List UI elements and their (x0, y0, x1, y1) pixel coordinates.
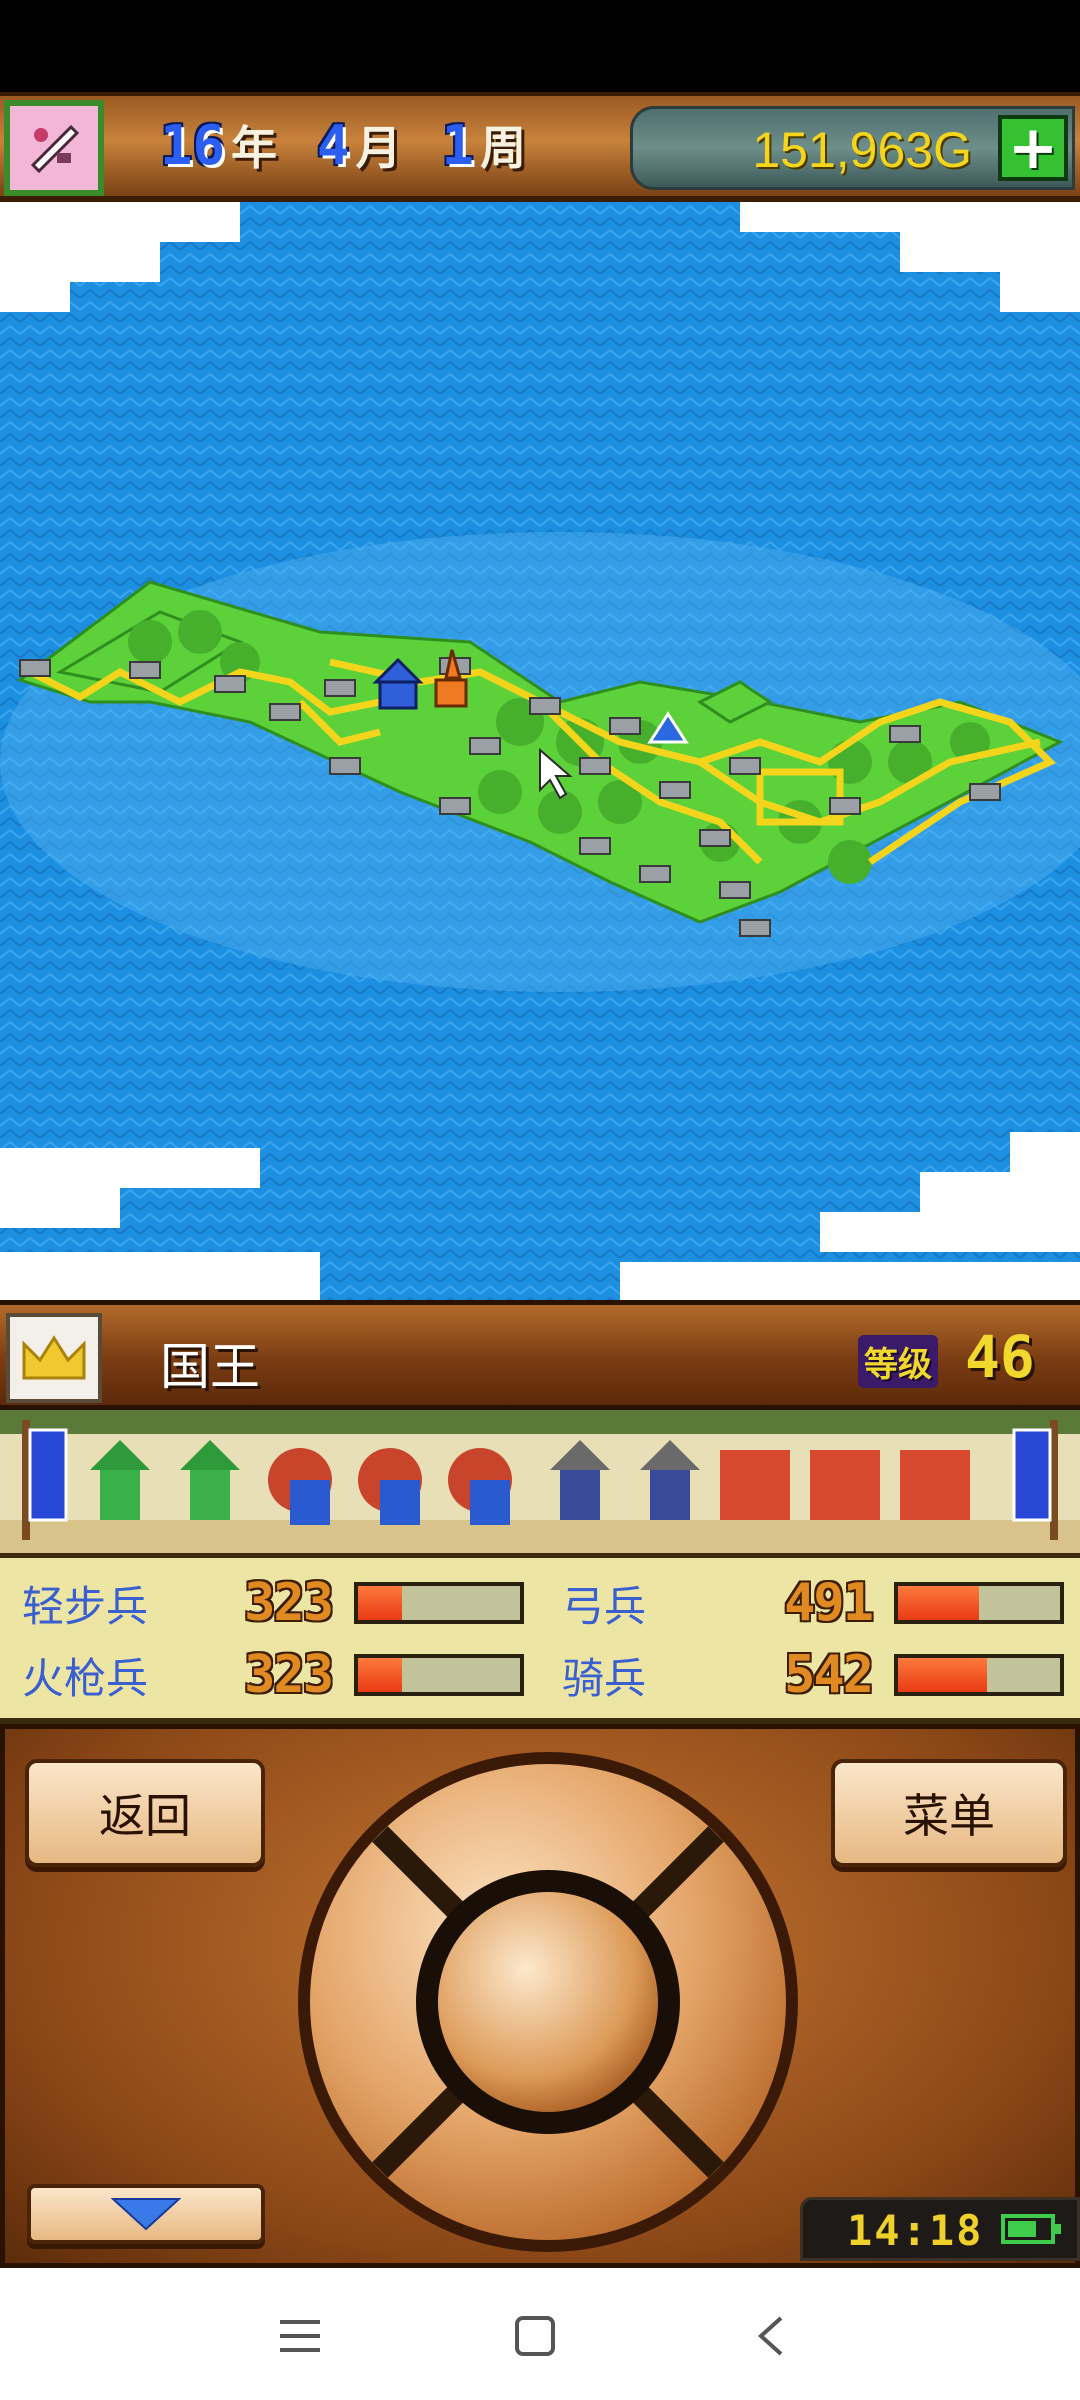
level-label: 等级 (858, 1335, 938, 1388)
back-icon[interactable] (730, 2296, 810, 2376)
musketeer-group (268, 1448, 512, 1525)
week-unit: 周 (480, 121, 527, 175)
week-value: 1 (441, 113, 475, 177)
cavalry-group (720, 1450, 970, 1520)
stat-musketeer: 火枪兵 323 (22, 1642, 524, 1708)
level-value: 46 (965, 1323, 1035, 1391)
army-banner (0, 1410, 1080, 1558)
status-bar (0, 0, 1080, 92)
world-map[interactable] (0, 202, 1080, 1300)
gold-panel: 151,963G + (630, 106, 1075, 190)
crown-icon (6, 1313, 102, 1403)
battery-icon (1001, 2214, 1061, 2244)
clock-panel: 14:18 (800, 2197, 1080, 2261)
clock-time: 14:18 (847, 2206, 984, 2255)
stat-value: 491 (784, 1573, 874, 1633)
gold-amount: 151,963G (752, 122, 972, 178)
stat-name: 骑兵 (562, 1653, 647, 1703)
dpad-center-button[interactable] (438, 1892, 658, 2112)
stat-bar (354, 1654, 524, 1696)
month-unit: 月 (355, 121, 402, 175)
system-nav-bar (0, 2268, 1080, 2400)
infantry-group (90, 1440, 240, 1520)
add-gold-button[interactable]: + (998, 115, 1068, 181)
menu-button[interactable]: 菜单 (831, 1759, 1067, 1867)
dpad[interactable] (295, 1749, 801, 2255)
stat-name: 火枪兵 (22, 1653, 149, 1703)
map-canvas (0, 202, 1080, 1300)
plus-icon: + (1007, 113, 1059, 183)
archer-group (550, 1440, 700, 1520)
triangle-down-icon (111, 2198, 181, 2231)
stat-value: 323 (244, 1645, 334, 1705)
ruler-avatar[interactable] (4, 100, 104, 196)
stat-name: 弓兵 (562, 1581, 647, 1631)
back-button[interactable]: 返回 (25, 1759, 265, 1867)
month-value: 4 (317, 113, 350, 177)
army-illustration (0, 1410, 1080, 1553)
top-bar: 16 年 4 月 1 周 151,963G + (0, 92, 1080, 202)
stat-bar (894, 1654, 1064, 1696)
stat-value: 323 (244, 1573, 334, 1633)
stat-value: 542 (784, 1645, 874, 1705)
menu-icon[interactable] (260, 2296, 340, 2376)
stat-archer: 弓兵 491 (562, 1570, 1064, 1636)
troop-stats: 轻步兵 323 弓兵 491 火枪兵 323 骑兵 542 (0, 1558, 1080, 1724)
stat-name: 轻步兵 (22, 1581, 149, 1631)
stat-cavalry: 骑兵 542 (562, 1642, 1064, 1708)
ruler-title: 国王 (160, 1338, 260, 1396)
avatar-icon (19, 113, 89, 183)
stat-bar (354, 1582, 524, 1624)
game-date: 16 年 4 月 1 周 (160, 110, 560, 180)
home-icon[interactable] (495, 2296, 575, 2376)
stat-light-infantry: 轻步兵 323 (22, 1570, 524, 1636)
year-unit: 年 (231, 121, 278, 175)
scroll-down-button[interactable] (27, 2184, 265, 2244)
ruler-panel: 国王 等级 46 (0, 1300, 1080, 1410)
stat-bar (894, 1582, 1064, 1624)
year-value: 16 (160, 113, 226, 177)
controller-panel: 返回 菜单 14:18 (0, 1724, 1080, 2268)
